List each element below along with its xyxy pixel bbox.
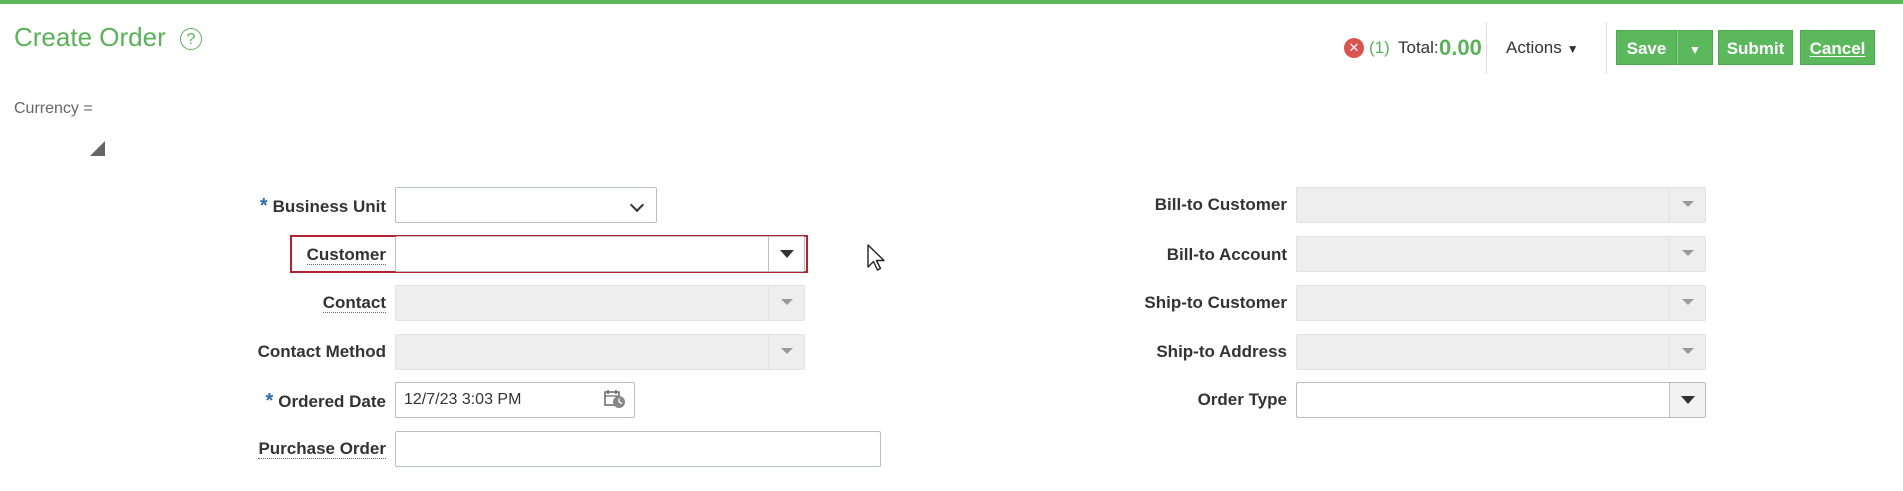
order-type-select[interactable] <box>1296 382 1706 418</box>
page-title: Create Order <box>14 22 166 52</box>
required-marker: * <box>265 390 274 412</box>
cancel-label: Cancel <box>1809 39 1866 58</box>
ship-to-customer-input <box>1296 285 1706 321</box>
submit-button[interactable]: Submit <box>1718 30 1793 65</box>
triangle-down-icon <box>780 348 793 354</box>
bill-to-account-dropdown-button <box>1669 237 1705 271</box>
bill-to-customer-label: Bill-to Customer <box>1154 195 1287 214</box>
contact-method-dropdown-button <box>768 335 804 369</box>
ship-to-address-input <box>1296 334 1706 370</box>
triangle-down-icon <box>1681 250 1694 256</box>
ship-to-customer-label: Ship-to Customer <box>1144 293 1287 312</box>
contact-input <box>395 285 805 321</box>
purchase-order-label: Purchase Order <box>258 439 386 459</box>
header-divider <box>1606 22 1607 74</box>
required-marker: * <box>259 195 268 217</box>
actions-menu[interactable]: Actions ▼ <box>1506 38 1579 58</box>
ordered-date-label: * Ordered Date <box>265 390 387 412</box>
triangle-down-icon <box>1681 348 1694 354</box>
ship-to-customer-dropdown-button <box>1669 286 1705 320</box>
caret-down-icon: ▼ <box>1566 42 1579 56</box>
business-unit-label: * Business Unit <box>259 195 386 217</box>
triangle-down-icon <box>779 250 794 258</box>
help-icon[interactable]: ? <box>180 28 202 50</box>
bill-to-customer-input <box>1296 187 1706 223</box>
total-label: Total: <box>1398 38 1439 57</box>
save-options-button[interactable]: ▼ <box>1677 30 1713 65</box>
calendar-clock-icon[interactable] <box>604 389 626 409</box>
bill-to-account-input <box>1296 236 1706 272</box>
contact-method-label: Contact Method <box>257 342 386 361</box>
total-value: 0.00 <box>1439 35 1482 60</box>
header-divider <box>1486 22 1487 74</box>
contact-method-select <box>395 334 805 370</box>
contact-dropdown-button <box>768 286 804 320</box>
caret-down-icon: ▼ <box>1689 43 1701 57</box>
business-unit-select[interactable] <box>395 187 657 223</box>
customer-dropdown-button[interactable] <box>768 237 804 271</box>
chevron-down-icon <box>629 197 645 213</box>
error-icon[interactable]: ✕ <box>1344 38 1364 58</box>
ship-to-address-dropdown-button <box>1669 335 1705 369</box>
save-button[interactable]: Save <box>1616 30 1677 65</box>
currency-label: Currency = <box>14 100 93 117</box>
bill-to-customer-dropdown-button <box>1669 188 1705 222</box>
triangle-down-icon <box>1680 396 1695 404</box>
contact-label: Contact <box>322 293 386 313</box>
mouse-cursor-icon <box>867 244 885 271</box>
order-type-label: Order Type <box>1197 390 1287 409</box>
ship-to-address-label: Ship-to Address <box>1156 342 1287 361</box>
triangle-down-icon <box>780 299 793 305</box>
triangle-down-icon <box>1681 201 1694 207</box>
purchase-order-input[interactable] <box>395 431 881 467</box>
bill-to-account-label: Bill-to Account <box>1166 245 1287 264</box>
corner-resize-icon[interactable] <box>90 141 105 156</box>
triangle-down-icon <box>1681 299 1694 305</box>
ordered-date-input[interactable]: 12/7/23 3:03 PM <box>395 382 635 418</box>
actions-label: Actions <box>1506 38 1562 57</box>
customer-input[interactable] <box>395 236 805 272</box>
order-type-dropdown-button[interactable] <box>1669 383 1705 417</box>
cancel-button[interactable]: Cancel <box>1800 30 1875 65</box>
top-accent-bar <box>0 0 1903 4</box>
error-count-link[interactable]: (1) <box>1369 38 1390 58</box>
